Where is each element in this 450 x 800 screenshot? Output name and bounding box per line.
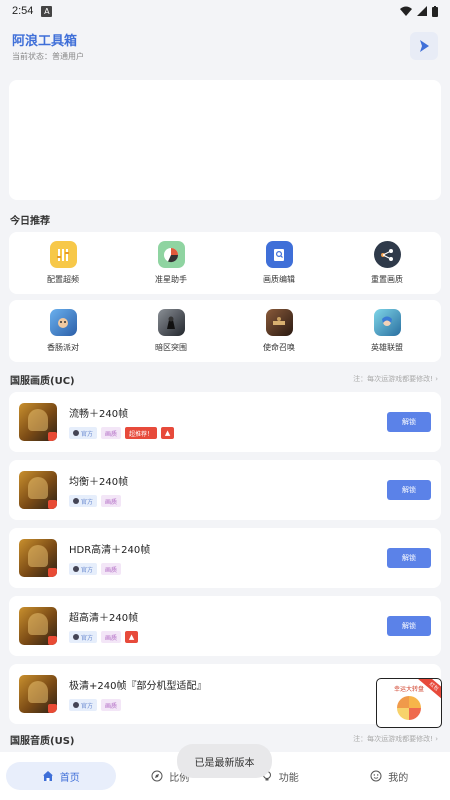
unlock-button[interactable]: 解锁 [387,616,431,636]
avatar-dot-icon [73,634,79,640]
smile-icon [370,770,382,782]
item-title: 超高清＋240帧 [69,613,139,624]
play-icon [420,40,429,52]
status-bar: 2:54 A [0,0,450,22]
tag-official: 官方 [69,563,98,575]
prize-wheel-icon [397,696,421,720]
notification-a-icon: A [41,5,53,17]
tag-official: 官方 [69,427,98,439]
tag-quality: 画质 [101,699,122,711]
tool-overclock[interactable]: 配置超频 [9,241,117,285]
toast-message: 已是最新版本 [177,744,272,778]
tag-official: 官方 [69,495,98,507]
play-button[interactable] [410,32,438,60]
section-us-title: 国服音质(US) [10,735,75,747]
item-title: HDR高清＋240帧 [69,545,151,556]
tools-grid: 配置超频 准星助手 画质编辑 重置画质 [9,232,441,294]
game-arena-breakout[interactable]: 暗区突围 [117,309,225,353]
item-title: 均衡＋240帧 [69,477,129,488]
pubg-thumbnail-icon [19,403,57,441]
edit-document-icon [265,241,293,268]
tool-label: 重置画质 [371,275,403,284]
fire-icon: ▲ [125,631,139,643]
app-header: 阿浪工具箱 当前状态：普通用户 [0,22,450,70]
call-of-duty-game-icon [265,309,293,336]
tag-quality: 画质 [101,427,122,439]
chevron-right-icon: › [435,735,438,743]
tag-quality: 画质 [101,495,122,507]
fire-icon: ▲ [161,427,175,439]
share-reset-icon [373,241,401,268]
tool-label: 画质编辑 [263,275,295,284]
tool-quality-edit[interactable]: 画质编辑 [225,241,333,285]
tag-hot: 超推荐！ [125,427,158,439]
tool-reset-quality[interactable]: 重置画质 [333,241,441,285]
app-title: 阿浪工具箱 [12,34,78,49]
user-status: 当前状态：普通用户 [12,52,84,61]
quality-item[interactable]: HDR高清＋240帧 官方 画质 解锁 [9,528,441,588]
wifi-icon [400,6,412,16]
pubg-thumbnail-icon [19,675,57,713]
arena-breakout-game-icon [157,309,185,336]
game-league-of-legends[interactable]: 英雄联盟 [333,309,441,353]
corner-badge-icon [48,636,57,645]
battery-icon [432,5,438,17]
quality-item[interactable]: 流畅＋240帧 官方 画质 超推荐！ ▲ 解锁 [9,392,441,452]
compass-icon [151,770,163,782]
pubg-thumbnail-icon [19,471,57,509]
settings-sliders-icon [49,241,77,268]
game-label: 英雄联盟 [371,343,403,352]
tool-label: 准星助手 [155,275,187,284]
banner-area[interactable] [9,80,441,200]
tag-quality: 画质 [101,563,122,575]
tag-official: 官方 [69,699,98,711]
section-uc-header: 国服画质(UC) 注：每次运游戏都要修改! › [0,372,450,387]
game-label: 香肠派对 [47,343,79,352]
corner-badge-icon [48,500,57,509]
chevron-right-icon: › [435,375,438,383]
section-uc-title: 国服画质(UC) [10,375,75,387]
quality-item[interactable]: 超高清＋240帧 官方 画质 ▲ 解锁 [9,596,441,656]
avatar-dot-icon [73,702,79,708]
avatar-dot-icon [73,498,79,504]
quality-item[interactable]: 均衡＋240帧 官方 画质 解锁 [9,460,441,520]
section-us-note[interactable]: 注：每次运游戏都要修改! › [353,734,438,744]
game-label: 暗区突围 [155,343,187,352]
home-icon [42,771,53,781]
item-title: 流畅＋240帧 [69,409,129,420]
lucky-wheel-ad[interactable]: 幸运大转盘 红包 [376,678,442,728]
corner-badge-icon [48,432,57,441]
game-label: 使命召唤 [263,343,295,352]
pubg-thumbnail-icon [19,607,57,645]
corner-badge-icon [48,568,57,577]
crosshair-pie-icon [157,241,185,268]
today-recommend-title: 今日推荐 [10,215,50,227]
tab-home[interactable]: 首页 [6,762,116,790]
sausage-party-game-icon [49,309,77,336]
unlock-button[interactable]: 解锁 [387,480,431,500]
unlock-button[interactable]: 解锁 [387,412,431,432]
tag-official: 官方 [69,631,98,643]
tool-label: 配置超频 [47,275,79,284]
game-call-of-duty[interactable]: 使命召唤 [225,309,333,353]
tool-crosshair[interactable]: 准星助手 [117,241,225,285]
unlock-button[interactable]: 解锁 [387,548,431,568]
game-sausage-party[interactable]: 香肠派对 [9,309,117,353]
status-icons [400,5,438,17]
corner-badge-icon [48,704,57,713]
signal-icon [417,6,427,16]
tag-quality: 画质 [101,631,122,643]
avatar-dot-icon [73,566,79,572]
tab-mine[interactable]: 我的 [335,762,445,790]
league-of-legends-game-icon [373,309,401,336]
games-grid: 香肠派对 暗区突围 使命召唤 英雄联盟 [9,300,441,362]
status-time: 2:54 [12,5,34,17]
pubg-thumbnail-icon [19,539,57,577]
section-uc-note[interactable]: 注：每次运游戏都要修改! › [353,374,438,384]
avatar-dot-icon [73,430,79,436]
